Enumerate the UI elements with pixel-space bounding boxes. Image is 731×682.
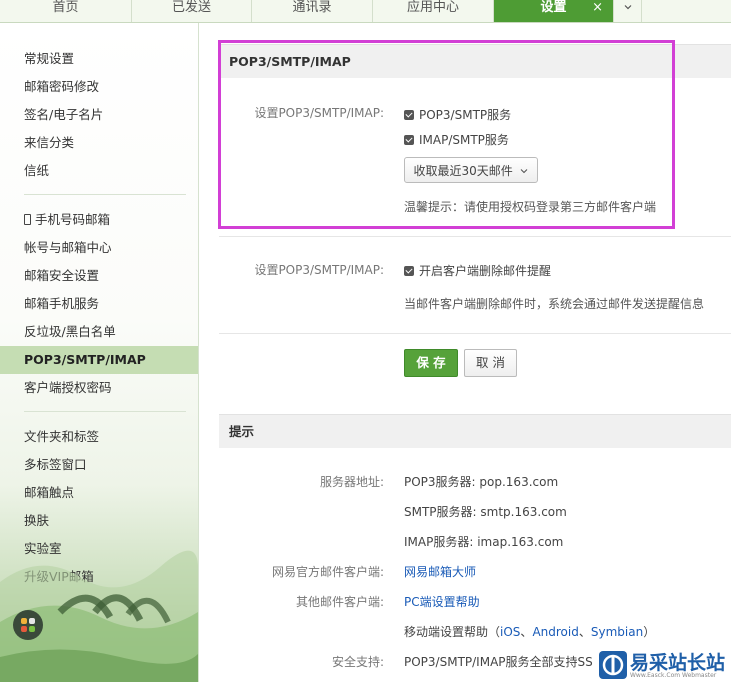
sidebar-item-mail-sort[interactable]: 来信分类 — [0, 129, 198, 157]
watermark-subtext: Www.Easck.Com Webmaster — [630, 672, 717, 679]
sidebar-item-signature[interactable]: 签名/电子名片 — [0, 101, 198, 129]
watermark-logo: 易采站长站 Www.Easck.Com Webmaster — [596, 648, 731, 682]
sidebar-item-security[interactable]: 邮箱安全设置 — [0, 262, 198, 290]
divider — [219, 333, 731, 334]
tab-settings-label: 设置 — [540, 0, 567, 15]
official-client-label: 网易官方邮件客户端: — [271, 565, 384, 579]
delete-reminder-desc: 当邮件客户端删除邮件时，系统会通过邮件发送提醒信息 — [404, 297, 705, 311]
sidebar-item-phone-service[interactable]: 邮箱手机服务 — [0, 290, 198, 318]
tips-panel: 提示 — [219, 414, 731, 448]
smtp-server: SMTP服务器: smtp.163.com — [404, 505, 567, 519]
separator: 、 — [578, 625, 591, 639]
sidebar-item-auth-code[interactable]: 客户端授权密码 — [0, 374, 198, 402]
tab-more-button[interactable] — [614, 0, 642, 22]
logo-icon — [599, 651, 627, 679]
sidebar-item-password[interactable]: 邮箱密码修改 — [0, 73, 198, 101]
tab-contacts[interactable]: 通讯录 — [252, 0, 373, 22]
other-client-label: 其他邮件客户端: — [295, 595, 384, 609]
sidebar-divider — [24, 411, 186, 412]
imap-server: IMAP服务器: imap.163.com — [404, 535, 564, 549]
tips-panel-title: 提示 — [219, 414, 731, 448]
mail-master-link[interactable]: 网易邮箱大师 — [404, 563, 476, 580]
top-nav: 首页 已发送 通讯录 应用中心 设置 × — [0, 0, 731, 23]
sidebar-item-antispam[interactable]: 反垃圾/黑白名单 — [0, 318, 198, 346]
android-link[interactable]: Android — [532, 625, 578, 639]
separator: 、 — [520, 625, 533, 639]
security-label: 安全支持: — [331, 655, 384, 669]
tab-home[interactable]: 首页 — [0, 0, 132, 22]
save-button[interactable]: 保 存 — [404, 349, 458, 377]
tab-sent[interactable]: 已发送 — [132, 0, 252, 22]
sidebar-item-label: 手机号码邮箱 — [35, 212, 111, 227]
pop3-setting-label-2: 设置POP3/SMTP/IMAP: — [254, 263, 384, 277]
ios-link[interactable]: iOS — [500, 625, 520, 639]
tab-settings[interactable]: 设置 × — [494, 0, 614, 22]
pop3-server: POP3服务器: pop.163.com — [404, 475, 559, 489]
sidebar-divider — [24, 194, 186, 195]
sidebar-item-account-center[interactable]: 帐号与邮箱中心 — [0, 234, 198, 262]
watermark-text: 易采站长站 — [630, 652, 726, 674]
delete-reminder-checkbox[interactable]: 开启客户端删除邮件提醒 — [404, 262, 551, 279]
mobile-help-suffix: ） — [643, 625, 656, 639]
mobile-help: 移动端设置帮助（iOS、Android、Symbian） — [404, 623, 655, 640]
sidebar-item-stationery[interactable]: 信纸 — [0, 157, 198, 185]
sidebar-item-folders[interactable]: 文件夹和标签 — [0, 423, 198, 451]
landscape-illustration — [0, 550, 198, 682]
phone-icon — [24, 214, 31, 225]
app-grid-icon[interactable] — [13, 610, 43, 640]
sidebar-item-phone-mailbox[interactable]: 手机号码邮箱 — [0, 206, 198, 234]
security-value: POP3/SMTP/IMAP服务全部支持SS — [404, 655, 593, 669]
tab-app-center[interactable]: 应用中心 — [373, 0, 494, 22]
checkbox-checked-icon — [404, 266, 414, 276]
sidebar-item-pop3[interactable]: POP3/SMTP/IMAP — [0, 346, 198, 374]
sidebar: 常规设置 邮箱密码修改 签名/电子名片 来信分类 信纸 手机号码邮箱 帐号与邮箱… — [0, 23, 199, 682]
symbian-link[interactable]: Symbian — [591, 625, 643, 639]
server-label: 服务器地址: — [319, 475, 384, 489]
mobile-help-prefix: 移动端设置帮助（ — [404, 625, 501, 639]
highlight-annotation — [218, 40, 675, 229]
pc-help-link[interactable]: PC端设置帮助 — [404, 593, 480, 610]
close-icon[interactable]: × — [592, 0, 603, 16]
sidebar-item-general[interactable]: 常规设置 — [0, 45, 198, 73]
cancel-button[interactable]: 取 消 — [464, 349, 517, 377]
chevron-down-icon — [624, 5, 631, 10]
divider — [219, 236, 731, 237]
checkbox-label: 开启客户端删除邮件提醒 — [419, 264, 552, 278]
